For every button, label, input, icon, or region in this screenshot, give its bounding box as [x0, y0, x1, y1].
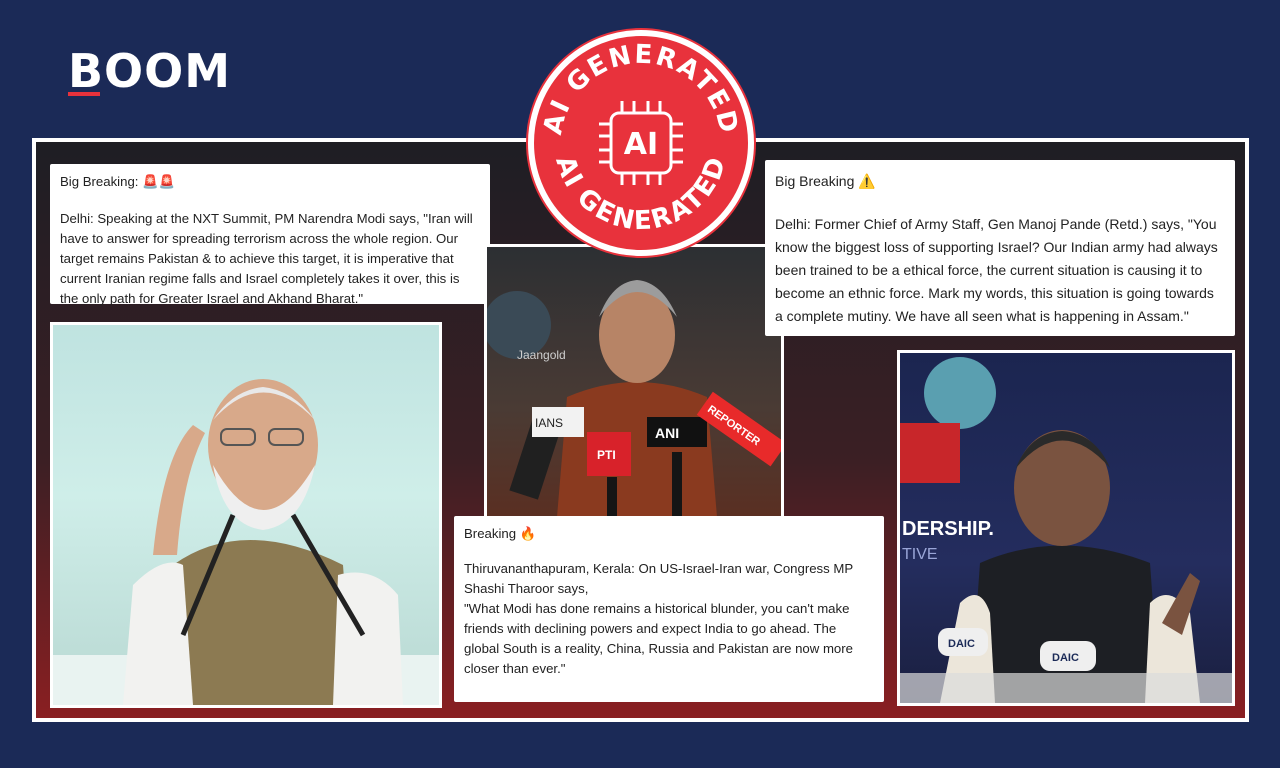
modi-quote-card: Big Breaking: 🚨🚨 Delhi: Speaking at the …: [50, 164, 490, 306]
card-body: Delhi: Speaking at the NXT Summit, PM Na…: [60, 211, 473, 306]
pande-quote-card: Big Breaking ⚠️ Delhi: Former Chief of A…: [765, 160, 1235, 336]
svg-text:AI GENERATED: AI GENERATED: [549, 152, 733, 236]
podium-label-2: DAIC: [1052, 652, 1079, 664]
stamp-text-top: AI GENERATED: [538, 40, 742, 138]
card-header: Breaking 🔥: [464, 526, 537, 541]
pande-illustration: DERSHIP. TIVE DAIC DAIC: [900, 357, 1232, 703]
boom-logo: BOOM: [68, 44, 232, 98]
podium-label-1: DAIC: [948, 638, 975, 650]
backdrop-text: Jaangold: [517, 348, 566, 362]
tharoor-photo: Jaangold IANS PTI ANI REPORTER: [484, 244, 784, 520]
modi-photo: [50, 322, 442, 708]
card-intro: Thiruvananthapuram, Kerala: On US-Israel…: [464, 561, 853, 596]
pande-photo: DERSHIP. TIVE DAIC DAIC: [897, 350, 1235, 706]
card-header: Big Breaking ⚠️: [775, 173, 876, 189]
card-header: Big Breaking: 🚨🚨: [60, 174, 175, 189]
svg-text:AI GENERATED: AI GENERATED: [538, 40, 744, 138]
tharoor-illustration: Jaangold IANS PTI ANI REPORTER: [487, 280, 781, 517]
card-body: "What Modi has done remains a historical…: [464, 601, 853, 676]
tharoor-quote-card: Breaking 🔥 Thiruvananthapuram, Kerala: O…: [454, 516, 884, 702]
mic-label-pti: PTI: [597, 448, 616, 462]
stamp-text-bottom: AI GENERATED: [549, 152, 731, 236]
stage-text-2: TIVE: [902, 546, 938, 563]
mic-label-ani: ANI: [655, 425, 679, 441]
ai-generated-stamp: AI GENERATED AI GENERATED AI: [528, 30, 754, 256]
stamp-graphic: AI GENERATED AI GENERATED AI: [538, 40, 744, 237]
stage-text: DERSHIP.: [902, 518, 994, 540]
modi-illustration: [53, 379, 439, 705]
logo-underline: [68, 92, 100, 96]
card-body: Delhi: Former Chief of Army Staff, Gen M…: [775, 216, 1218, 324]
stamp-center-text: AI: [624, 127, 658, 162]
mic-label-ians: IANS: [535, 416, 563, 430]
